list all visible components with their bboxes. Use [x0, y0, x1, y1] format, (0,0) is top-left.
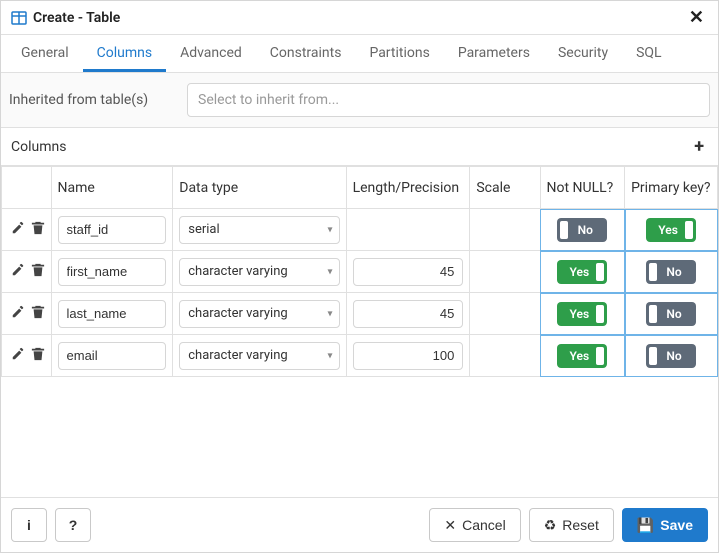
delete-icon[interactable]	[30, 346, 46, 362]
reset-label: Reset	[562, 517, 599, 533]
save-button[interactable]: 💾 Save	[622, 508, 708, 542]
select-value: serial	[188, 222, 219, 237]
tab-sql[interactable]: SQL	[622, 35, 675, 72]
select-value: character varying	[188, 348, 287, 363]
toggle-label: No	[666, 265, 681, 279]
cancel-button[interactable]: ✕ Cancel	[429, 508, 520, 542]
column-datatype-select[interactable]: character varying ▾	[179, 258, 339, 286]
toggle-label: Yes	[569, 307, 589, 321]
column-name-input[interactable]	[58, 342, 167, 370]
toggle-label: Yes	[569, 265, 589, 279]
help-icon: ?	[69, 517, 78, 533]
save-label: Save	[660, 517, 693, 533]
close-icon[interactable]: ✕	[685, 7, 708, 28]
header-scale: Scale	[470, 167, 540, 209]
notnull-toggle[interactable]: Yes	[557, 260, 607, 284]
select-value: character varying	[188, 264, 287, 279]
toggle-label: No	[666, 349, 681, 363]
reset-button[interactable]: ♻ Reset	[529, 508, 614, 542]
tab-advanced[interactable]: Advanced	[166, 35, 256, 72]
notnull-toggle[interactable]: Yes	[557, 344, 607, 368]
column-datatype-select[interactable]: serial ▾	[179, 216, 339, 244]
toggle-label: No	[578, 223, 593, 237]
columns-table: Name Data type Length/Precision Scale No…	[1, 166, 718, 377]
notnull-toggle[interactable]: Yes	[557, 302, 607, 326]
columns-section-title: Columns	[11, 139, 66, 155]
tab-security[interactable]: Security	[544, 35, 622, 72]
cancel-label: Cancel	[462, 517, 506, 533]
edit-icon[interactable]	[10, 304, 26, 320]
inherit-label: Inherited from table(s)	[9, 92, 187, 108]
inherit-placeholder: Select to inherit from...	[198, 92, 339, 108]
header-datatype: Data type	[173, 167, 346, 209]
edit-icon[interactable]	[10, 220, 26, 236]
add-column-button[interactable]: +	[690, 136, 708, 157]
column-datatype-select[interactable]: character varying ▾	[179, 300, 339, 328]
primarykey-toggle[interactable]: No	[646, 302, 696, 326]
delete-icon[interactable]	[30, 220, 46, 236]
primarykey-toggle[interactable]: No	[646, 260, 696, 284]
tab-bar: GeneralColumnsAdvancedConstraintsPartiti…	[1, 35, 718, 73]
notnull-toggle[interactable]: No	[557, 218, 607, 242]
column-datatype-select[interactable]: character varying ▾	[179, 342, 339, 370]
save-icon: 💾	[637, 517, 654, 534]
column-name-input[interactable]	[58, 216, 167, 244]
reset-icon: ♻	[544, 517, 557, 534]
primarykey-toggle[interactable]: Yes	[646, 218, 696, 242]
tab-general[interactable]: General	[7, 35, 83, 72]
dialog-title: Create - Table	[33, 10, 685, 26]
table-row: character varying ▾ Yes No	[2, 251, 718, 293]
header-notnull: Not NULL?	[540, 167, 625, 209]
info-icon: i	[27, 517, 31, 533]
edit-icon[interactable]	[10, 262, 26, 278]
select-value: character varying	[188, 306, 287, 321]
table-row: character varying ▾ Yes No	[2, 293, 718, 335]
inherit-select[interactable]: Select to inherit from...	[187, 83, 710, 117]
toggle-label: Yes	[658, 223, 678, 237]
toggle-label: Yes	[569, 349, 589, 363]
toggle-label: No	[666, 307, 681, 321]
header-actions	[2, 167, 52, 209]
column-length-input[interactable]	[353, 258, 464, 286]
tab-partitions[interactable]: Partitions	[355, 35, 443, 72]
chevron-down-icon: ▾	[328, 224, 333, 235]
table-icon	[11, 10, 27, 26]
edit-icon[interactable]	[10, 346, 26, 362]
info-button[interactable]: i	[11, 508, 47, 542]
table-row: character varying ▾ Yes No	[2, 335, 718, 377]
column-length-input[interactable]	[353, 342, 464, 370]
column-length-input[interactable]	[353, 300, 464, 328]
delete-icon[interactable]	[30, 304, 46, 320]
header-pk: Primary key?	[625, 167, 718, 209]
tab-constraints[interactable]: Constraints	[256, 35, 356, 72]
chevron-down-icon: ▾	[328, 308, 333, 319]
cancel-icon: ✕	[444, 517, 456, 534]
header-length: Length/Precision	[346, 167, 470, 209]
chevron-down-icon: ▾	[328, 266, 333, 277]
tab-parameters[interactable]: Parameters	[444, 35, 544, 72]
header-name: Name	[51, 167, 173, 209]
primarykey-toggle[interactable]: No	[646, 344, 696, 368]
column-name-input[interactable]	[58, 300, 167, 328]
column-name-input[interactable]	[58, 258, 167, 286]
help-button[interactable]: ?	[55, 508, 91, 542]
table-row: serial ▾ No Yes	[2, 209, 718, 251]
chevron-down-icon: ▾	[328, 350, 333, 361]
delete-icon[interactable]	[30, 262, 46, 278]
tab-columns[interactable]: Columns	[83, 35, 166, 72]
